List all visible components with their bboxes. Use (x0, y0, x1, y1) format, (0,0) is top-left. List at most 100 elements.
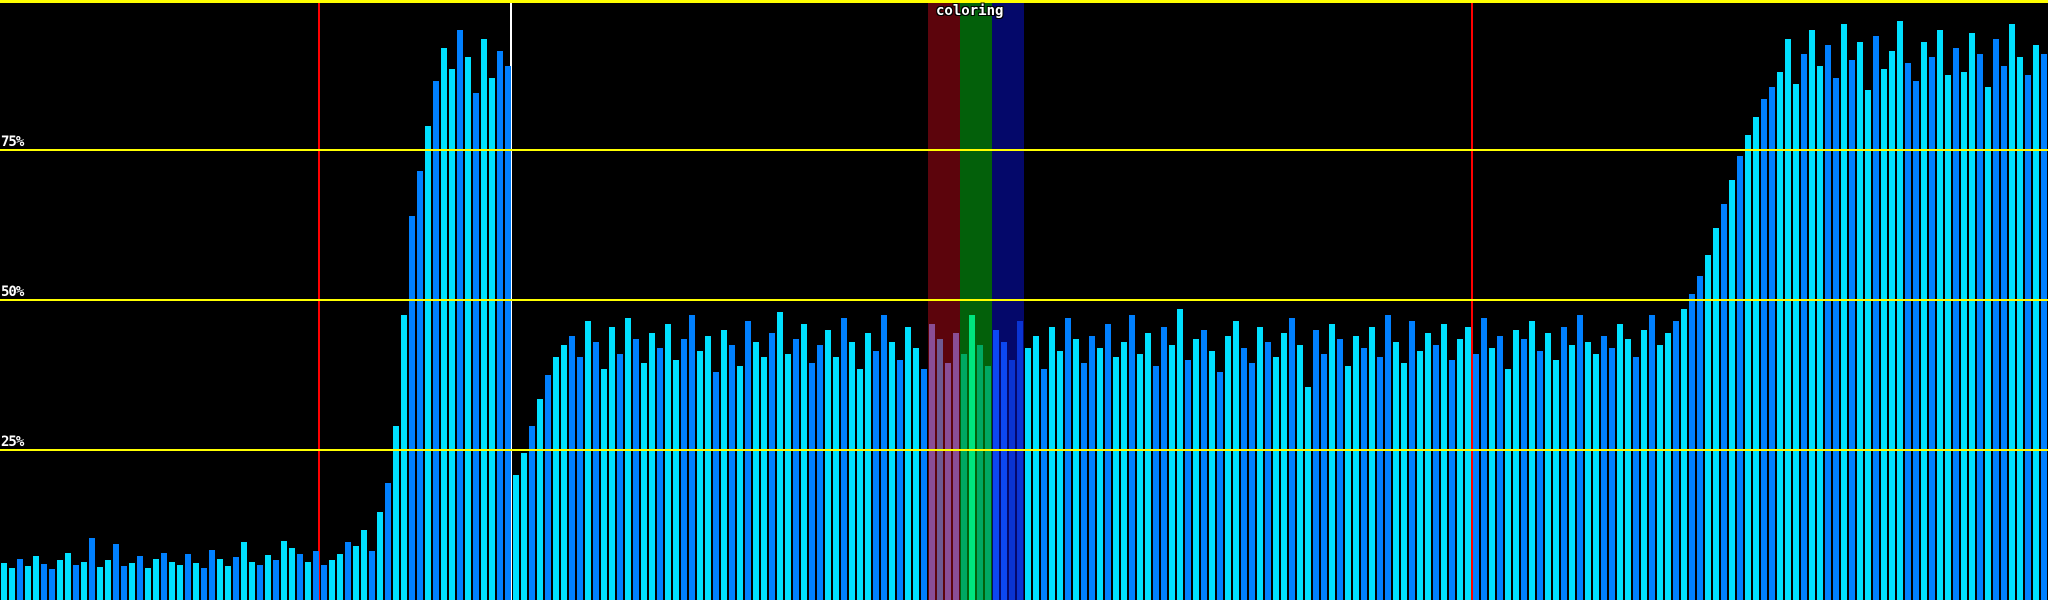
histogram-bar (1569, 345, 1575, 600)
histogram-bar (1033, 336, 1039, 600)
histogram-bar (1777, 72, 1783, 600)
histogram-bar (577, 357, 583, 600)
histogram-bar (337, 554, 343, 600)
histogram-bar (1657, 345, 1663, 600)
histogram-bar (1097, 348, 1103, 600)
histogram-bar (953, 333, 959, 600)
grid-label: 75% (1, 134, 24, 150)
histogram-bar (465, 57, 471, 600)
histogram-bar (441, 48, 447, 600)
histogram-bar (105, 560, 111, 600)
histogram-bar (1809, 30, 1815, 600)
histogram-bar (1537, 351, 1543, 600)
histogram-bar (281, 541, 287, 600)
histogram-bar (569, 336, 575, 600)
histogram-bar (481, 39, 487, 600)
histogram-bar (1297, 345, 1303, 600)
histogram-bar (1017, 321, 1023, 600)
histogram-bar (761, 357, 767, 600)
histogram-bar (185, 554, 191, 600)
histogram-bar (1441, 324, 1447, 600)
histogram-bar (345, 542, 351, 600)
histogram-bar (1433, 345, 1439, 600)
histogram-bar (1969, 33, 1975, 600)
histogram-bar (785, 354, 791, 600)
histogram-bar (1001, 342, 1007, 600)
histogram-bar (1281, 333, 1287, 600)
histogram-bar (977, 345, 983, 600)
histogram-bar (793, 339, 799, 600)
histogram-bar (1753, 117, 1759, 600)
grid-line (0, 149, 2048, 151)
histogram-bar (985, 366, 991, 600)
histogram-bar (1497, 336, 1503, 600)
histogram-bar (73, 565, 79, 600)
histogram-bar (1265, 342, 1271, 600)
histogram-bar (1561, 327, 1567, 600)
histogram-bar (129, 563, 135, 600)
histogram-bar (777, 312, 783, 600)
histogram-bar (1161, 327, 1167, 600)
histogram-bar (1481, 318, 1487, 600)
histogram-bar (1345, 366, 1351, 600)
histogram-bar (1465, 327, 1471, 600)
histogram-bar (1745, 135, 1751, 600)
histogram-bar (1489, 348, 1495, 600)
waveform-chart: coloring 75% 50% 25% (0, 0, 2048, 600)
histogram-bar (1273, 357, 1279, 600)
histogram-bar (1625, 339, 1631, 600)
histogram-bar (1617, 324, 1623, 600)
histogram-bar (1769, 87, 1775, 600)
histogram-bar (1521, 339, 1527, 600)
histogram-bar (1185, 360, 1191, 600)
histogram-bar (649, 333, 655, 600)
histogram-bar (1889, 51, 1895, 600)
histogram-bar (145, 568, 151, 600)
histogram-bar (393, 426, 399, 600)
histogram-bar (849, 342, 855, 600)
histogram-bar (809, 363, 815, 600)
histogram-bar (425, 126, 431, 600)
histogram-bar (97, 567, 103, 600)
histogram-bar (49, 569, 55, 600)
histogram-bar (401, 315, 407, 600)
histogram-bar (1953, 48, 1959, 600)
histogram-bar (1377, 357, 1383, 600)
histogram-bar (17, 559, 23, 600)
histogram-bar (593, 342, 599, 600)
histogram-bar (681, 339, 687, 600)
histogram-bar (897, 360, 903, 600)
histogram-bar (1633, 357, 1639, 600)
histogram-bar (57, 560, 63, 600)
histogram-bar (841, 318, 847, 600)
histogram-bar (1305, 387, 1311, 600)
histogram-bar (825, 330, 831, 600)
histogram-bar (1817, 66, 1823, 600)
histogram-bar (289, 548, 295, 600)
histogram-bar (1201, 330, 1207, 600)
histogram-bar (1073, 339, 1079, 600)
histogram-bar (729, 345, 735, 600)
histogram-bar (1609, 348, 1615, 600)
histogram-bar (601, 369, 607, 600)
histogram-bar (993, 330, 999, 600)
histogram-bar (89, 538, 95, 600)
histogram-bar (297, 554, 303, 600)
histogram-bar (833, 357, 839, 600)
histogram-bar (1929, 57, 1935, 600)
grid-line (0, 449, 2048, 451)
histogram-bar (1553, 360, 1559, 600)
grid-line (0, 299, 2048, 301)
histogram-bar (265, 555, 271, 600)
histogram-bar (1649, 315, 1655, 600)
histogram-bar (521, 453, 527, 600)
histogram-bar (177, 565, 183, 600)
histogram-bar (473, 93, 479, 600)
histogram-bar (1089, 336, 1095, 600)
histogram-bar (1209, 351, 1215, 600)
histogram-bar (1249, 363, 1255, 600)
histogram-bar (1601, 336, 1607, 600)
histogram-bar (1065, 318, 1071, 600)
histogram-bar (9, 568, 15, 600)
histogram-bar (1217, 372, 1223, 600)
